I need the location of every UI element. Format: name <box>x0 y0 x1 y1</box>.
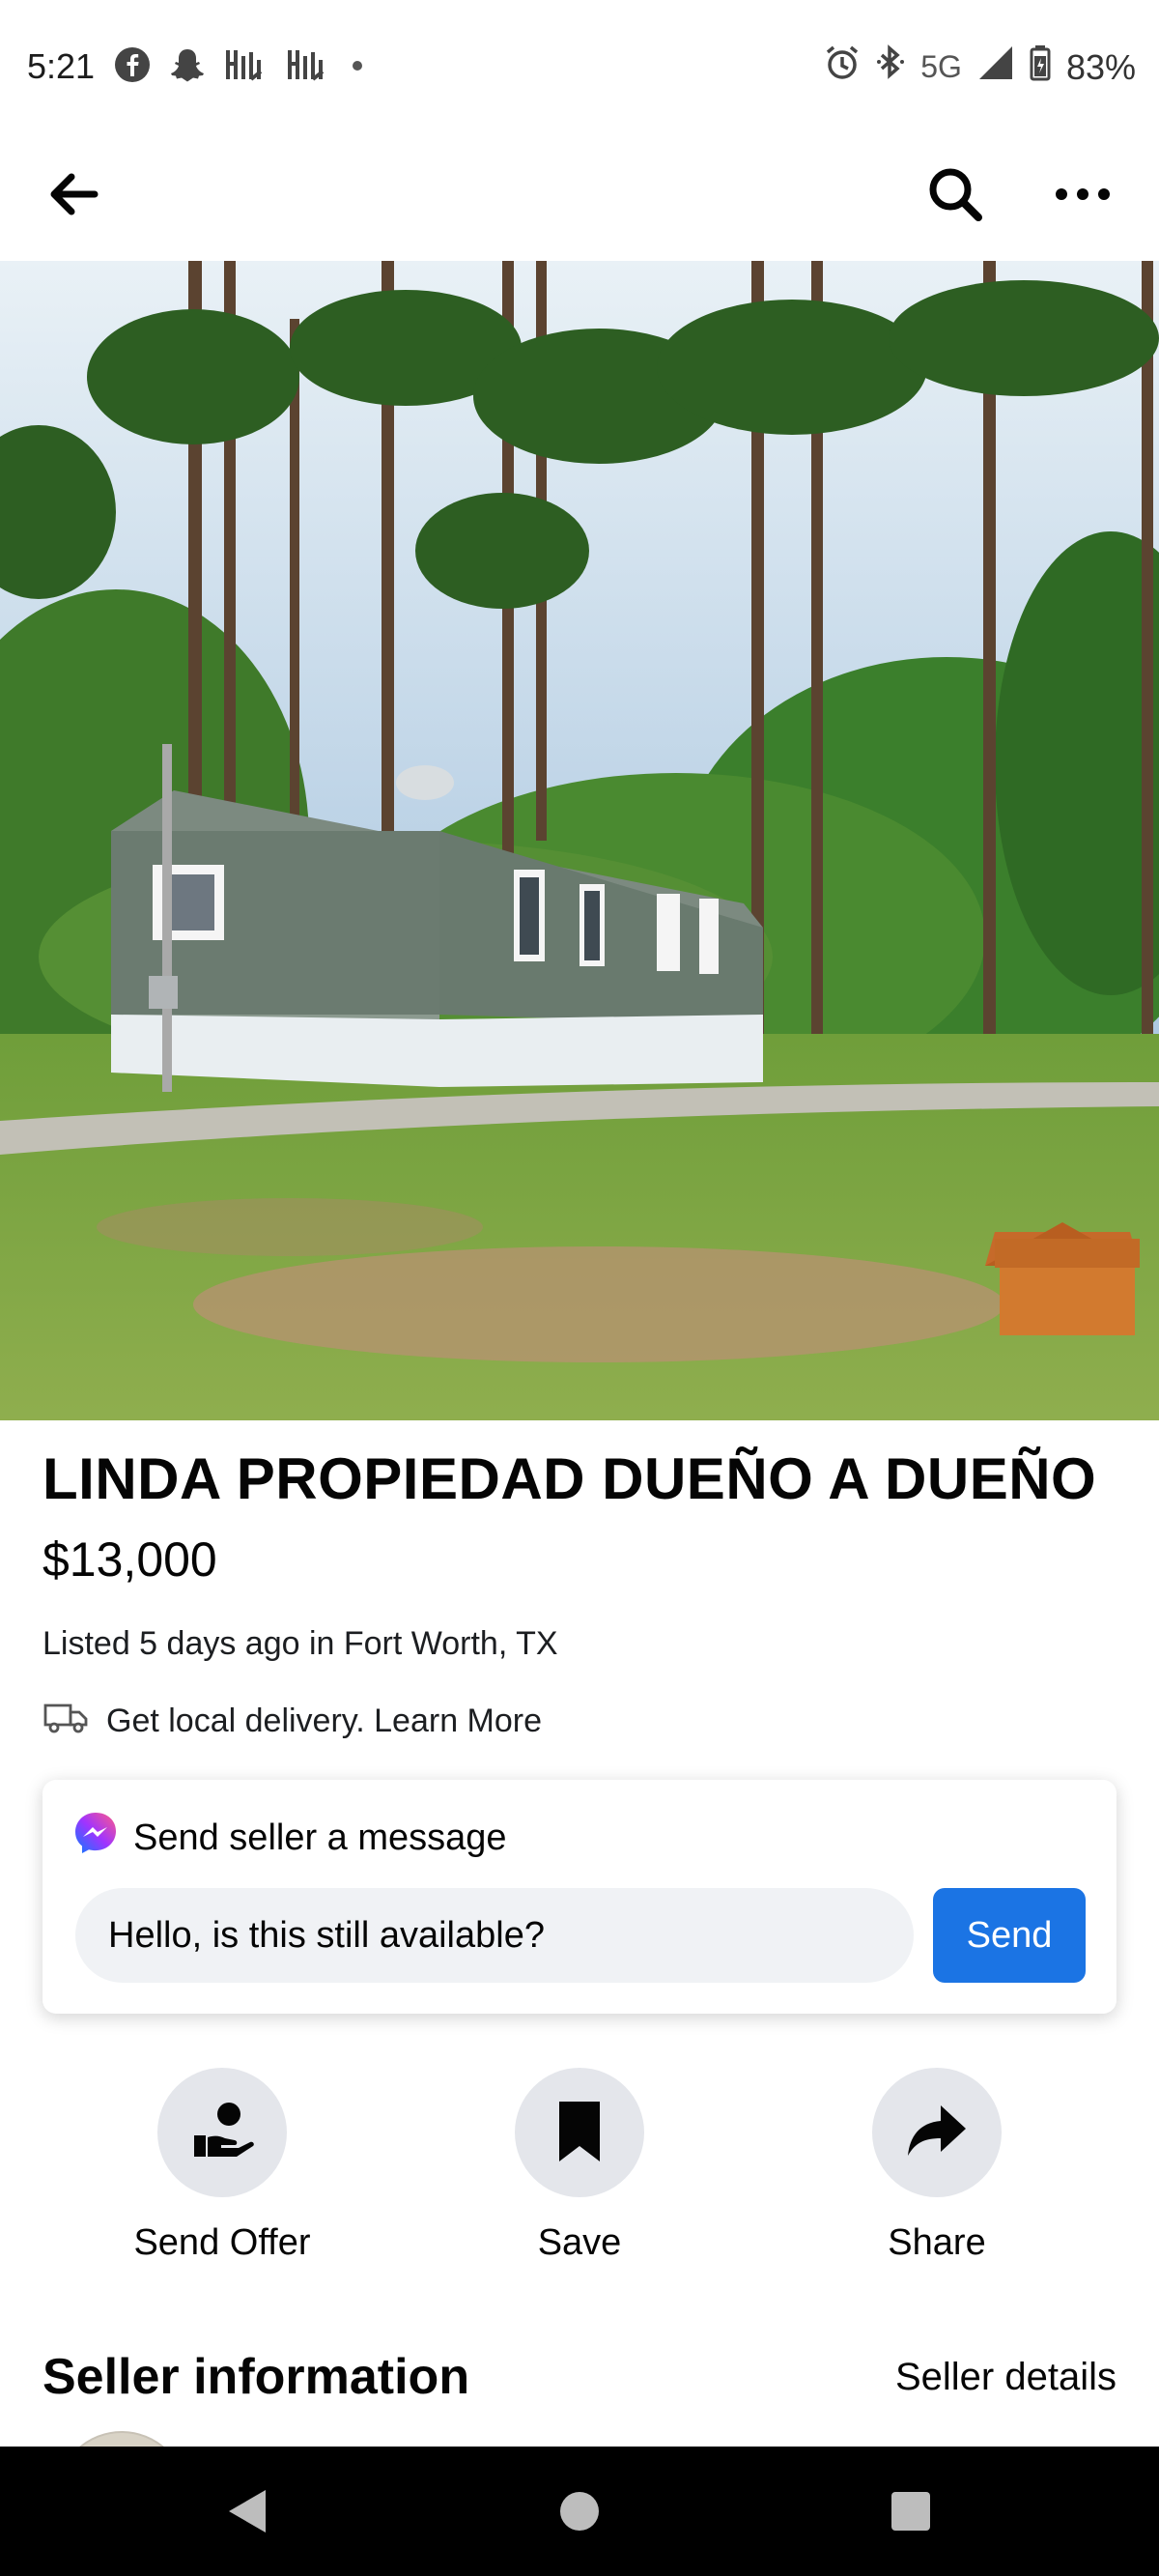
message-card-title: Send seller a message <box>133 1817 507 1858</box>
more-options-button[interactable] <box>1039 153 1126 240</box>
seller-details-link[interactable]: Seller details <box>895 2356 1117 2399</box>
send-offer-icon <box>188 2097 256 2169</box>
status-notification-icons <box>114 46 367 92</box>
message-input[interactable] <box>75 1888 914 1983</box>
send-seller-message-card: Send seller a message Send <box>42 1780 1117 2014</box>
listing-price: $13,000 <box>42 1532 217 1587</box>
app-bar <box>0 135 1159 261</box>
facebook-icon <box>114 46 151 92</box>
status-bar: 5:21 5G 83% <box>0 0 1159 135</box>
delivery-truck-icon <box>42 1701 89 1742</box>
status-time: 5:21 <box>27 46 96 86</box>
alarm-icon <box>824 44 861 90</box>
nav-back-icon <box>223 2486 269 2541</box>
listing-photo[interactable] <box>0 261 1159 1420</box>
signal-app-icon <box>286 46 330 92</box>
cell-signal-icon <box>977 44 1014 90</box>
listing-title: LINDA PROPIEDAD DUEÑO A DUEÑO <box>42 1446 1097 1511</box>
listing-actions: Send Offer Save Share <box>0 2068 1159 2264</box>
back-arrow-icon <box>50 173 99 220</box>
nav-recents-icon <box>889 2489 933 2538</box>
messenger-icon <box>73 1811 118 1865</box>
bluetooth-icon <box>876 44 905 90</box>
battery-percent: 83% <box>1065 46 1136 87</box>
snapchat-icon <box>168 46 207 92</box>
send-offer-action[interactable]: Send Offer <box>97 2068 348 2264</box>
save-label: Save <box>537 2222 622 2263</box>
network-type-label: 5G <box>920 49 962 84</box>
save-action[interactable]: Save <box>454 2068 705 2264</box>
listing-meta: Listed 5 days ago in Fort Worth, TX <box>42 1625 558 1662</box>
message-card-header: Send seller a message <box>73 1811 507 1865</box>
nav-home-button[interactable] <box>546 2479 613 2547</box>
seller-information-heading: Seller information <box>42 2349 470 2405</box>
back-button[interactable] <box>31 153 118 240</box>
signal-app-icon <box>224 46 269 92</box>
status-system-icons: 5G 83% <box>824 44 1136 90</box>
bookmark-icon <box>555 2098 604 2168</box>
delivery-text: Get local delivery. Learn More <box>106 1703 543 1739</box>
send-button[interactable]: Send <box>933 1888 1086 1983</box>
system-nav-bar <box>0 2447 1159 2576</box>
save-button[interactable] <box>515 2068 644 2197</box>
share-action[interactable]: Share <box>811 2068 1062 2264</box>
send-offer-label: Send Offer <box>133 2222 311 2263</box>
search-button[interactable] <box>912 153 999 240</box>
share-arrow-icon <box>906 2104 968 2162</box>
local-delivery-row[interactable]: Get local delivery. Learn More <box>42 1701 542 1742</box>
listing-photo-illustration <box>0 261 1159 1420</box>
send-offer-button[interactable] <box>157 2068 287 2197</box>
search-icon <box>926 165 984 228</box>
nav-home-icon <box>557 2489 602 2538</box>
dot-icon <box>348 46 367 92</box>
nav-back-button[interactable] <box>212 2479 280 2547</box>
battery-icon <box>1030 44 1051 90</box>
more-options-icon <box>1054 186 1112 207</box>
nav-recents-button[interactable] <box>877 2479 945 2547</box>
share-button[interactable] <box>872 2068 1002 2197</box>
share-label: Share <box>888 2222 986 2263</box>
